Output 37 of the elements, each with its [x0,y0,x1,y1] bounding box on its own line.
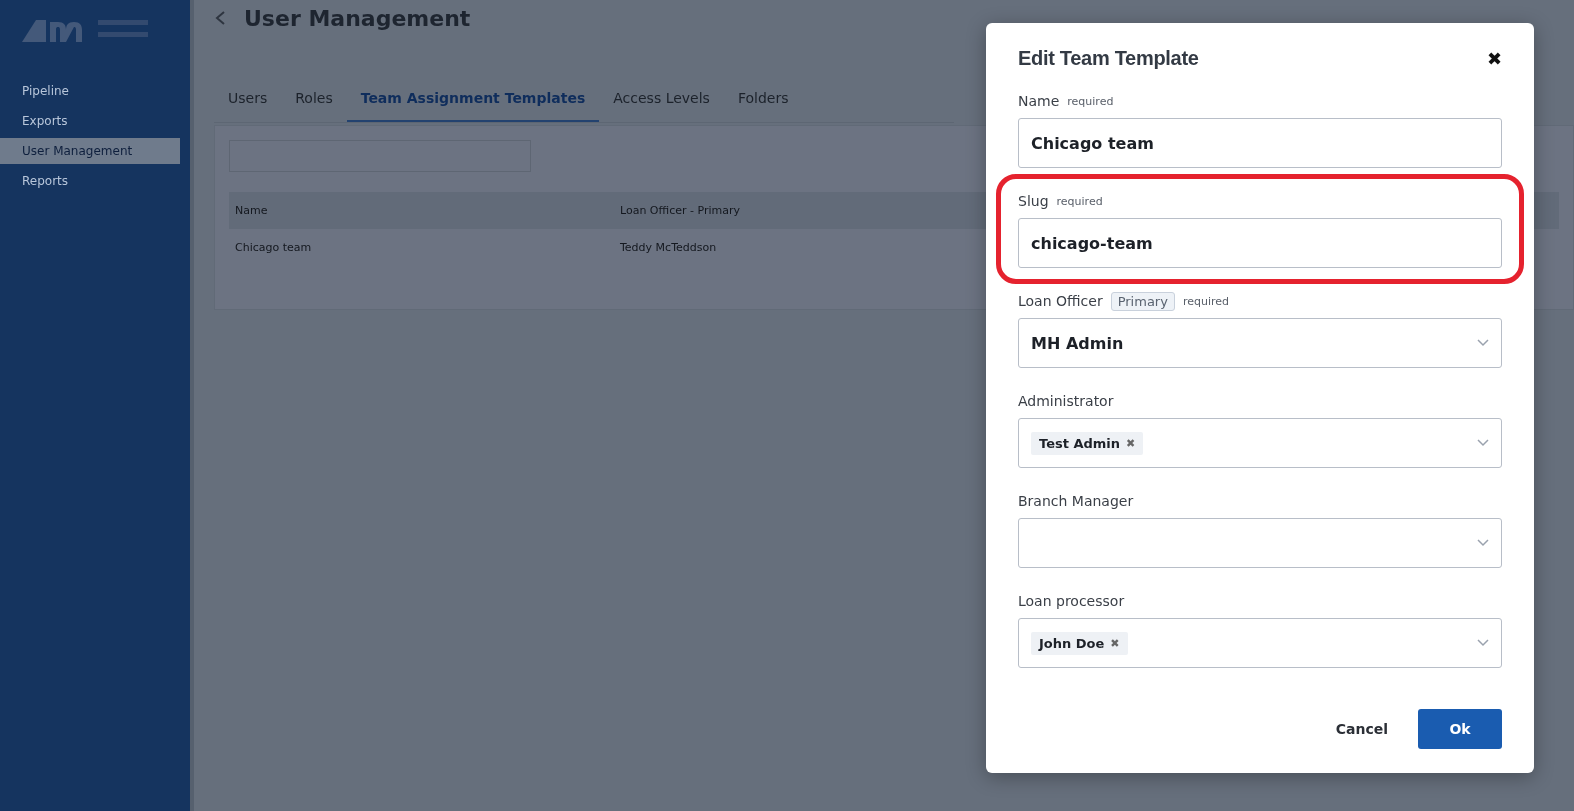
field-label: Name [1018,93,1060,109]
required-note: required [1067,94,1114,108]
select-field[interactable]: MH Admin [1018,318,1502,368]
table-cell-text: Chicago team [235,241,313,254]
column-header: Loan Officer - Primary [620,204,741,217]
chevron-down-icon[interactable] [1477,539,1489,547]
page-title: User Management [244,5,471,31]
table-cell-text: Teddy McTeddson [620,241,718,254]
required-note: required [1056,194,1103,208]
field-label: Administrator [1018,393,1114,409]
remove-icon[interactable]: ✖ [1126,436,1136,450]
chevron-down-icon[interactable] [1477,439,1489,447]
field-label: Loan Officer [1018,293,1103,309]
ok-button[interactable]: Ok [1418,709,1502,749]
chevron-down-icon[interactable] [1477,639,1489,647]
field-label: Loan processor [1018,593,1125,609]
sidebar-item[interactable]: User Management [0,138,180,164]
column-header: Name [235,204,269,217]
multiselect-field[interactable]: Test Admin ✖ [1018,418,1502,468]
required-note: required [1182,294,1229,308]
field-label: Slug [1018,193,1049,209]
text-field[interactable]: Chicago team [1018,118,1502,168]
selected-tag[interactable]: John Doe ✖ [1031,631,1128,655]
dialog-title: Edit Team Template [1018,47,1199,70]
multiselect-field[interactable] [1018,518,1502,568]
sidebar-item[interactable]: Reports [0,168,180,194]
primary-tag: Primary [1110,291,1175,311]
chevron-down-icon[interactable] [1477,339,1489,347]
sidebar-item[interactable]: Pipeline [0,78,180,104]
close-button[interactable]: ✖ [1487,47,1502,70]
sidebar-item[interactable]: Exports [0,108,180,134]
remove-icon[interactable]: ✖ [1110,636,1120,650]
text-field[interactable]: chicago-team [1018,218,1502,268]
field-label: Branch Manager [1018,493,1134,509]
multiselect-field[interactable]: John Doe ✖ [1018,618,1502,668]
selected-tag[interactable]: Test Admin ✖ [1031,431,1144,455]
cancel-button[interactable]: Cancel [1335,711,1388,747]
